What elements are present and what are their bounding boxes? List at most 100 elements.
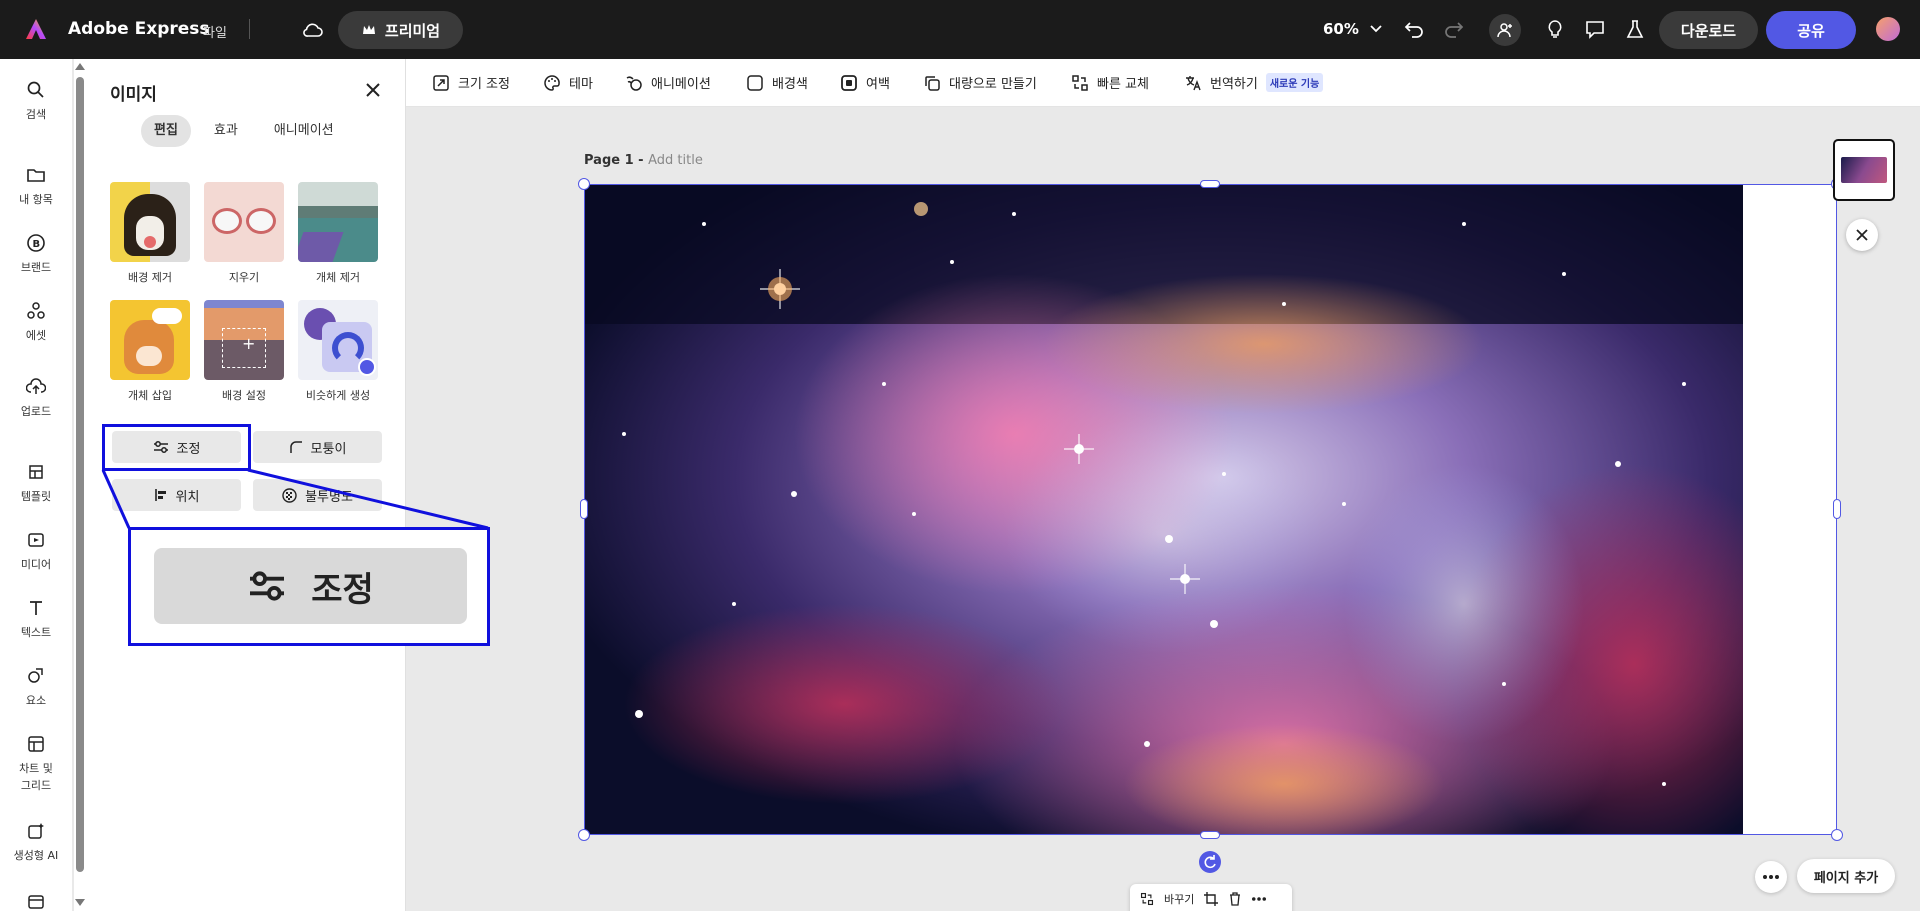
nebula-image[interactable] xyxy=(584,184,1743,835)
lightbulb-icon[interactable] xyxy=(1544,18,1566,40)
generate-similar-tool[interactable]: 비슷하게 생성 xyxy=(296,300,380,403)
chart-grid-icon xyxy=(28,736,44,752)
swap-icon[interactable] xyxy=(1140,892,1154,906)
corners-button[interactable]: 모퉁이 xyxy=(253,431,382,463)
tool-label: 개체 제거 xyxy=(316,271,360,284)
insert-object-tool[interactable]: 개체 삽입 xyxy=(108,300,192,403)
invite-button[interactable] xyxy=(1489,14,1521,46)
tool-label: 배경 제거 xyxy=(128,271,172,284)
ellipsis-icon[interactable] xyxy=(1252,897,1267,901)
callout-adjust-button: 조정 xyxy=(154,548,467,624)
translate-button[interactable]: 번역하기 새로운 기능 xyxy=(1184,73,1324,92)
erase-tool[interactable]: 지우기 xyxy=(202,182,286,285)
tab-animation[interactable]: 애니메이션 xyxy=(261,115,347,147)
color-swatch-icon xyxy=(747,74,763,91)
set-background-tool[interactable]: + 배경 설정 xyxy=(202,300,286,403)
rail-item-text[interactable]: 텍스트 xyxy=(0,598,72,640)
tab-edit[interactable]: 편집 xyxy=(141,115,191,147)
template-icon xyxy=(29,465,43,479)
ellipsis-icon xyxy=(1763,875,1779,879)
crown-icon xyxy=(362,25,375,34)
beaker-icon[interactable] xyxy=(1624,18,1646,40)
rail-item-assets[interactable]: 에셋 xyxy=(0,301,72,343)
svg-text:B: B xyxy=(33,239,41,250)
share-button[interactable]: 공유 xyxy=(1766,11,1856,49)
crop-icon[interactable] xyxy=(1204,892,1219,906)
generate-similar-thumbnail xyxy=(298,300,378,380)
genai-icon xyxy=(28,823,44,839)
rail-label: 업로드 xyxy=(20,405,52,418)
avatar[interactable] xyxy=(1876,17,1900,41)
translate-icon xyxy=(1186,75,1201,90)
file-menu[interactable]: 파일 xyxy=(203,22,227,41)
page-label[interactable]: Page 1 - Add title xyxy=(584,153,703,168)
resize-handle-bottom-left[interactable] xyxy=(578,829,590,841)
page-title-placeholder[interactable]: Add title xyxy=(648,153,703,168)
margin-button[interactable]: 여백 xyxy=(840,73,890,92)
resize-handle-bottom[interactable] xyxy=(1200,831,1220,839)
page-thumbnail[interactable] xyxy=(1833,139,1895,201)
panel-tabs: 편집 효과 애니메이션 xyxy=(141,115,347,147)
resize-handle-bottom-right[interactable] xyxy=(1831,829,1843,841)
zoom-level[interactable]: 60% xyxy=(1323,20,1359,38)
bulk-create-button[interactable]: 대량으로 만들기 xyxy=(923,73,1037,92)
close-pages-button[interactable] xyxy=(1846,219,1878,251)
rail-item-upload[interactable]: 업로드 xyxy=(0,377,72,419)
opacity-button[interactable]: 불투명도 xyxy=(253,479,382,511)
redo-icon[interactable] xyxy=(1442,17,1466,41)
media-icon xyxy=(28,533,44,547)
rotate-icon xyxy=(1204,855,1216,869)
background-color-button[interactable]: 배경색 xyxy=(746,73,808,92)
replace-label[interactable]: 바꾸기 xyxy=(1164,891,1194,907)
calendar-icon[interactable] xyxy=(26,891,46,911)
rail-scrollbar[interactable] xyxy=(74,59,86,911)
quick-swap-button[interactable]: 빠른 교체 xyxy=(1071,73,1149,92)
resize-icon xyxy=(433,74,449,91)
animation-button[interactable]: 애니메이션 xyxy=(625,73,711,92)
theme-button[interactable]: 테마 xyxy=(543,73,593,92)
floating-image-toolbar: 바꾸기 xyxy=(1130,884,1292,911)
rail-item-charts-grids[interactable]: 차트 및 그리드 xyxy=(0,734,72,794)
rail-item-generative-ai[interactable]: 생성형 AI xyxy=(0,821,72,863)
rail-label: 템플릿 xyxy=(20,490,52,503)
remove-object-tool[interactable]: 개체 제거 xyxy=(296,182,380,285)
rail-label: 브랜드 xyxy=(20,261,52,274)
close-icon[interactable] xyxy=(364,81,382,99)
adobe-express-logo-icon[interactable] xyxy=(24,17,48,41)
scroll-thumb[interactable] xyxy=(76,77,84,872)
position-button[interactable]: 위치 xyxy=(112,479,241,511)
rail-item-my-items[interactable]: 내 항목 xyxy=(0,165,72,207)
more-options-button[interactable] xyxy=(1755,861,1787,893)
position-label: 위치 xyxy=(175,489,200,505)
rail-item-media[interactable]: 미디어 xyxy=(0,530,72,572)
remove-background-tool[interactable]: 배경 제거 xyxy=(108,182,192,285)
rail-item-templates[interactable]: 템플릿 xyxy=(0,462,72,504)
toolbar-label: 배경색 xyxy=(772,77,808,92)
resize-handle-left[interactable] xyxy=(580,499,588,519)
editor-toolbar: 크기 조정 테마 애니메이션 배경색 여백 대량으로 만들기 빠른 교체 번역하… xyxy=(406,59,1920,107)
resize-handle-top[interactable] xyxy=(1200,180,1220,188)
rotate-handle[interactable] xyxy=(1199,851,1221,873)
resize-handle-top-left[interactable] xyxy=(578,178,590,190)
add-page-button[interactable]: 페이지 추가 xyxy=(1797,859,1895,893)
download-button[interactable]: 다운로드 xyxy=(1659,11,1758,49)
undo-icon[interactable] xyxy=(1402,17,1426,41)
rail-item-brand[interactable]: B 브랜드 xyxy=(0,233,72,275)
rail-item-elements[interactable]: 요소 xyxy=(0,666,72,708)
cloud-icon[interactable] xyxy=(301,18,325,42)
toolbar-label: 테마 xyxy=(569,77,593,92)
trash-icon[interactable] xyxy=(1228,892,1242,906)
rail-label: 미디어 xyxy=(20,558,52,571)
brand-icon: B xyxy=(27,234,45,252)
assets-icon xyxy=(27,302,45,319)
resize-handle-right[interactable] xyxy=(1833,499,1841,519)
resize-button[interactable]: 크기 조정 xyxy=(432,73,510,92)
rail-item-search[interactable]: 검색 xyxy=(0,80,72,122)
premium-button[interactable]: 프리미엄 xyxy=(338,11,463,49)
scroll-down-arrow-icon[interactable] xyxy=(75,899,85,906)
tab-effects[interactable]: 효과 xyxy=(201,115,251,147)
comment-icon[interactable] xyxy=(1584,18,1606,40)
scroll-up-arrow-icon[interactable] xyxy=(75,63,85,70)
highlight-box xyxy=(102,424,251,471)
chevron-down-icon[interactable] xyxy=(1368,20,1384,36)
